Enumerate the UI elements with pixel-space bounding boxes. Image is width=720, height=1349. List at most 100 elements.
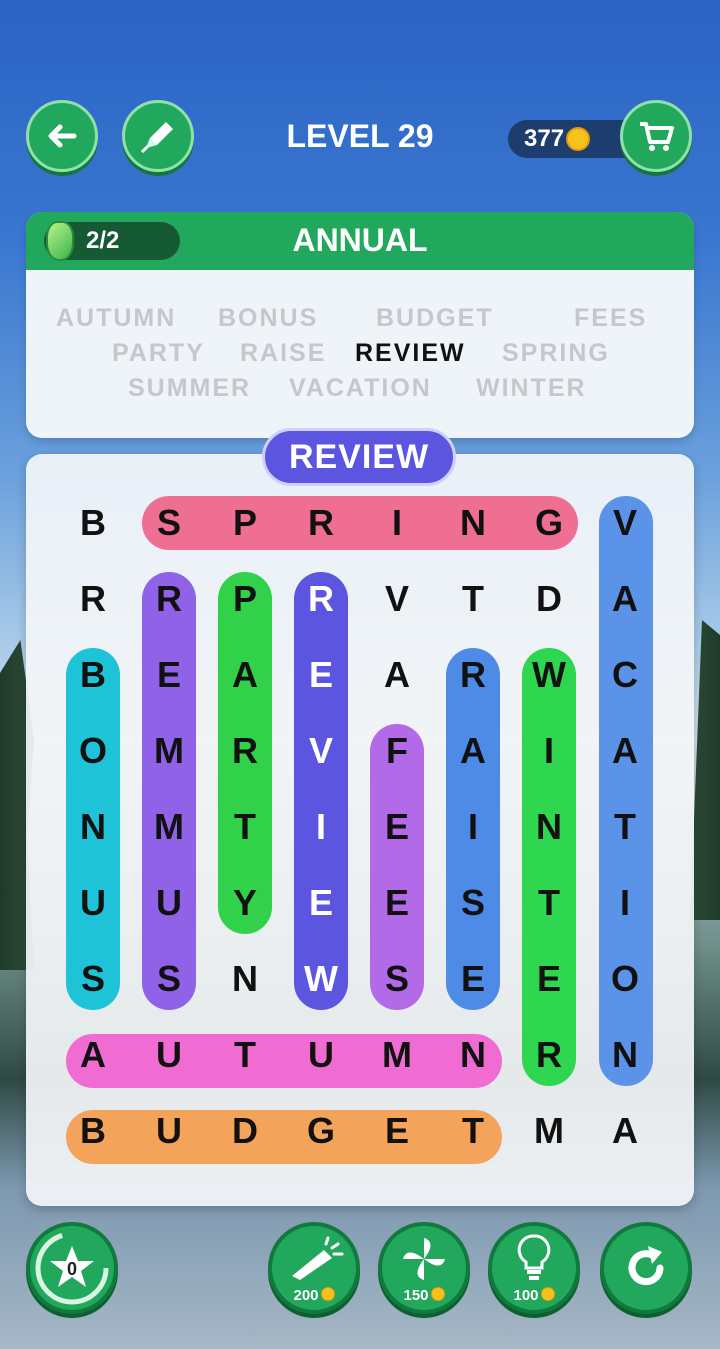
- booster-firework-button[interactable]: 200: [268, 1222, 360, 1314]
- grid-cell[interactable]: F: [359, 713, 435, 789]
- grid-cell[interactable]: I: [587, 865, 663, 941]
- grid-cell[interactable]: S: [131, 941, 207, 1017]
- grid-cell[interactable]: A: [587, 561, 663, 637]
- refresh-icon: [628, 1246, 664, 1286]
- grid-cell[interactable]: N: [511, 789, 587, 865]
- refresh-button[interactable]: [600, 1222, 692, 1314]
- grid-cell[interactable]: M: [131, 789, 207, 865]
- grid-cell[interactable]: T: [511, 865, 587, 941]
- grid-cell[interactable]: A: [55, 1017, 131, 1093]
- grid-cell[interactable]: Y: [207, 865, 283, 941]
- booster-price: 150: [382, 1287, 466, 1304]
- grid-cell[interactable]: N: [587, 1017, 663, 1093]
- grid-cell[interactable]: W: [283, 941, 359, 1017]
- grid-cell[interactable]: U: [55, 865, 131, 941]
- theme-button[interactable]: [122, 100, 194, 172]
- grid-cell[interactable]: R: [435, 637, 511, 713]
- grid-cell[interactable]: P: [207, 561, 283, 637]
- grid-cell[interactable]: T: [435, 1093, 511, 1169]
- grid-cell[interactable]: E: [283, 637, 359, 713]
- grid-cell[interactable]: E: [131, 637, 207, 713]
- grid-cell[interactable]: E: [511, 941, 587, 1017]
- grid-cell[interactable]: E: [359, 1093, 435, 1169]
- grid-cell[interactable]: T: [207, 1017, 283, 1093]
- coin-icon: [566, 127, 591, 151]
- grid-cell[interactable]: N: [207, 941, 283, 1017]
- grid-cell[interactable]: S: [435, 865, 511, 941]
- grid-cell[interactable]: N: [435, 1017, 511, 1093]
- grid-cell[interactable]: U: [283, 1017, 359, 1093]
- grid-cell[interactable]: R: [511, 1017, 587, 1093]
- star-count: 0: [66, 1259, 77, 1279]
- booster-hint-button[interactable]: 100: [488, 1222, 580, 1314]
- grid-cell[interactable]: B: [55, 1093, 131, 1169]
- grid-cell[interactable]: R: [131, 561, 207, 637]
- grid-cell[interactable]: C: [587, 637, 663, 713]
- category-title: ANNUAL: [292, 222, 428, 258]
- grid-cell[interactable]: N: [55, 789, 131, 865]
- booster-price: 200: [272, 1287, 356, 1304]
- grid-cell[interactable]: T: [435, 561, 511, 637]
- word-party: PARTY: [112, 339, 205, 367]
- panel-header: 2/2 ANNUAL: [26, 212, 694, 270]
- grid-cell[interactable]: R: [283, 561, 359, 637]
- booster-pinwheel-button[interactable]: 150: [378, 1222, 470, 1314]
- grid-cell[interactable]: B: [55, 485, 131, 561]
- grid-cell[interactable]: N: [435, 485, 511, 561]
- grid-cell[interactable]: S: [359, 941, 435, 1017]
- grid-cell[interactable]: M: [359, 1017, 435, 1093]
- grid-cell[interactable]: I: [283, 789, 359, 865]
- grid-cell[interactable]: I: [435, 789, 511, 865]
- grid-cell[interactable]: E: [359, 865, 435, 941]
- grid-cell[interactable]: R: [55, 561, 131, 637]
- grid-cell[interactable]: M: [131, 713, 207, 789]
- grid-cell[interactable]: R: [283, 485, 359, 561]
- word-list-panel: 2/2 ANNUAL AUTUMN BONUS BUDGET FEES PART…: [26, 212, 694, 438]
- grid-cell[interactable]: S: [131, 485, 207, 561]
- grid-cell[interactable]: A: [359, 637, 435, 713]
- grid-cell[interactable]: W: [511, 637, 587, 713]
- word-budget: BUDGET: [376, 304, 494, 332]
- grid-cell[interactable]: A: [207, 637, 283, 713]
- grid-cell[interactable]: D: [207, 1093, 283, 1169]
- grid-cell[interactable]: T: [587, 789, 663, 865]
- grid-cell[interactable]: U: [131, 865, 207, 941]
- word-autumn: AUTUMN: [56, 304, 177, 332]
- word-spring: SPRING: [502, 339, 610, 367]
- grid-cell[interactable]: P: [207, 485, 283, 561]
- grid-cell[interactable]: O: [55, 713, 131, 789]
- grid-cell[interactable]: I: [511, 713, 587, 789]
- grid-cell[interactable]: A: [587, 1093, 663, 1169]
- grid-cell[interactable]: D: [511, 561, 587, 637]
- grid-cell[interactable]: E: [435, 941, 511, 1017]
- grid-cell[interactable]: M: [511, 1093, 587, 1169]
- grid-cell[interactable]: B: [55, 637, 131, 713]
- grid-cell[interactable]: G: [283, 1093, 359, 1169]
- word-vacation: VACATION: [289, 374, 432, 402]
- grid-cell[interactable]: I: [359, 485, 435, 561]
- grid-cell[interactable]: T: [207, 789, 283, 865]
- coin-icon: [430, 1287, 445, 1301]
- current-word-chip: REVIEW: [262, 428, 456, 486]
- letter-grid[interactable]: BSPRINGVRRPRVTDABEAEARWCOMRVFAIANMTIEINT…: [26, 454, 694, 1206]
- word-summer: SUMMER: [128, 374, 252, 402]
- grid-cell[interactable]: E: [283, 865, 359, 941]
- grid-cell[interactable]: V: [359, 561, 435, 637]
- grid-cell[interactable]: S: [55, 941, 131, 1017]
- grid-cell[interactable]: V: [587, 485, 663, 561]
- grid-cell[interactable]: O: [587, 941, 663, 1017]
- back-button[interactable]: [26, 100, 98, 172]
- grid-cell[interactable]: U: [131, 1093, 207, 1169]
- firework-icon: [292, 1236, 344, 1280]
- grid-cell[interactable]: E: [359, 789, 435, 865]
- grid-cell[interactable]: U: [131, 1017, 207, 1093]
- grid-cell[interactable]: V: [283, 713, 359, 789]
- star-progress-button[interactable]: 0: [26, 1222, 118, 1314]
- grid-cell[interactable]: G: [511, 485, 587, 561]
- grid-cell[interactable]: A: [435, 713, 511, 789]
- pinwheel-icon: [403, 1238, 445, 1280]
- shop-button[interactable]: [620, 100, 692, 172]
- grid-cell[interactable]: R: [207, 713, 283, 789]
- grid-cell[interactable]: A: [587, 713, 663, 789]
- level-title: LEVEL 29: [286, 118, 434, 154]
